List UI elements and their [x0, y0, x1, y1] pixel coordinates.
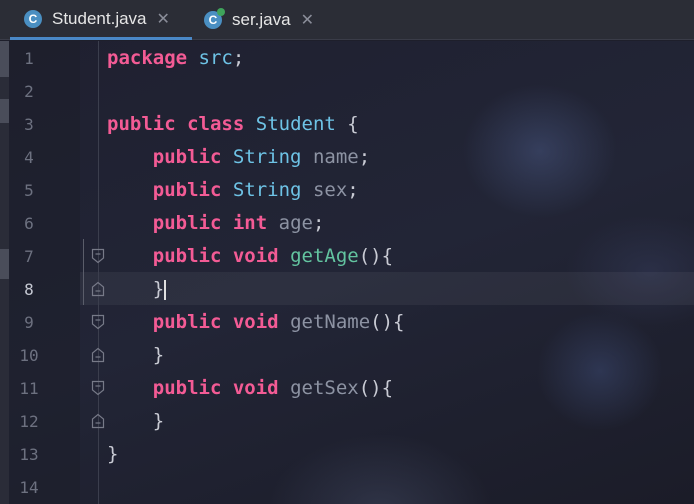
fold-end-icon[interactable]: [91, 347, 105, 363]
code-text: public class Student {: [107, 113, 359, 135]
code-line[interactable]: 4 public String name;: [0, 141, 694, 174]
code-text: public void getSex(){: [152, 377, 394, 399]
line-number: 4: [24, 148, 34, 167]
code-text: public void getAge(){: [152, 245, 394, 267]
fold-end-icon[interactable]: [91, 413, 105, 429]
line-number: 3: [24, 115, 34, 134]
text-cursor: [164, 280, 167, 300]
fold-collapse-icon[interactable]: [91, 248, 105, 264]
fold-collapse-icon[interactable]: [91, 380, 105, 396]
code-line[interactable]: 3 public class Student {: [0, 108, 694, 141]
line-number: 6: [24, 214, 34, 233]
code-line[interactable]: 13}: [0, 438, 694, 471]
line-number: 13: [19, 445, 39, 464]
runnable-class-file-icon: C: [204, 8, 225, 29]
tab-student-java[interactable]: C Student.java ✕: [10, 0, 192, 40]
line-number: 12: [19, 412, 39, 431]
tab-ser-java[interactable]: C ser.java ✕: [192, 0, 332, 40]
fold-end-icon[interactable]: [91, 281, 105, 297]
code-text: public String sex;: [152, 179, 359, 201]
code-line[interactable]: 11 public void getSex(){: [0, 372, 694, 405]
code-text: package src;: [107, 47, 245, 69]
code-line[interactable]: 10 }: [0, 339, 694, 372]
line-number: 2: [24, 82, 34, 101]
class-file-icon: C: [24, 9, 42, 28]
code-line[interactable]: 1 package src;: [0, 42, 694, 75]
code-line[interactable]: 14: [0, 471, 694, 504]
line-number: 5: [24, 181, 34, 200]
line-number: 7: [24, 247, 34, 266]
line-number: 10: [19, 346, 39, 365]
line-number: 9: [24, 313, 34, 332]
line-number: 1: [24, 49, 34, 68]
editor-tab-bar: C Student.java ✕ C ser.java ✕: [0, 0, 694, 40]
line-number: 8: [24, 280, 34, 299]
code-editor[interactable]: 1 package src; 2 3 public class Student { 4 p…: [0, 41, 694, 504]
code-line[interactable]: 7 public void getAge(){: [0, 240, 694, 273]
line-number: 11: [19, 379, 39, 398]
code-text: }: [152, 278, 165, 300]
code-text: public void getName(){: [152, 311, 405, 333]
code-line[interactable]: 9 public void getName(){: [0, 306, 694, 339]
close-icon[interactable]: ✕: [301, 10, 314, 30]
code-line[interactable]: 2: [0, 75, 694, 108]
tab-label: ser.java: [232, 10, 291, 29]
code-text: }: [152, 410, 165, 432]
close-icon[interactable]: ✕: [157, 9, 170, 29]
code-text: public int age;: [152, 212, 325, 234]
code-text: public String name;: [152, 146, 371, 168]
code-text: }: [107, 443, 119, 465]
fold-collapse-icon[interactable]: [91, 314, 105, 330]
code-line[interactable]: 8 }: [0, 273, 694, 306]
code-line[interactable]: 12 }: [0, 405, 694, 438]
code-line[interactable]: 5 public String sex;: [0, 174, 694, 207]
code-line[interactable]: 6 public int age;: [0, 207, 694, 240]
tab-label: Student.java: [52, 8, 147, 28]
code-text: }: [152, 344, 165, 366]
line-number: 14: [19, 478, 39, 497]
